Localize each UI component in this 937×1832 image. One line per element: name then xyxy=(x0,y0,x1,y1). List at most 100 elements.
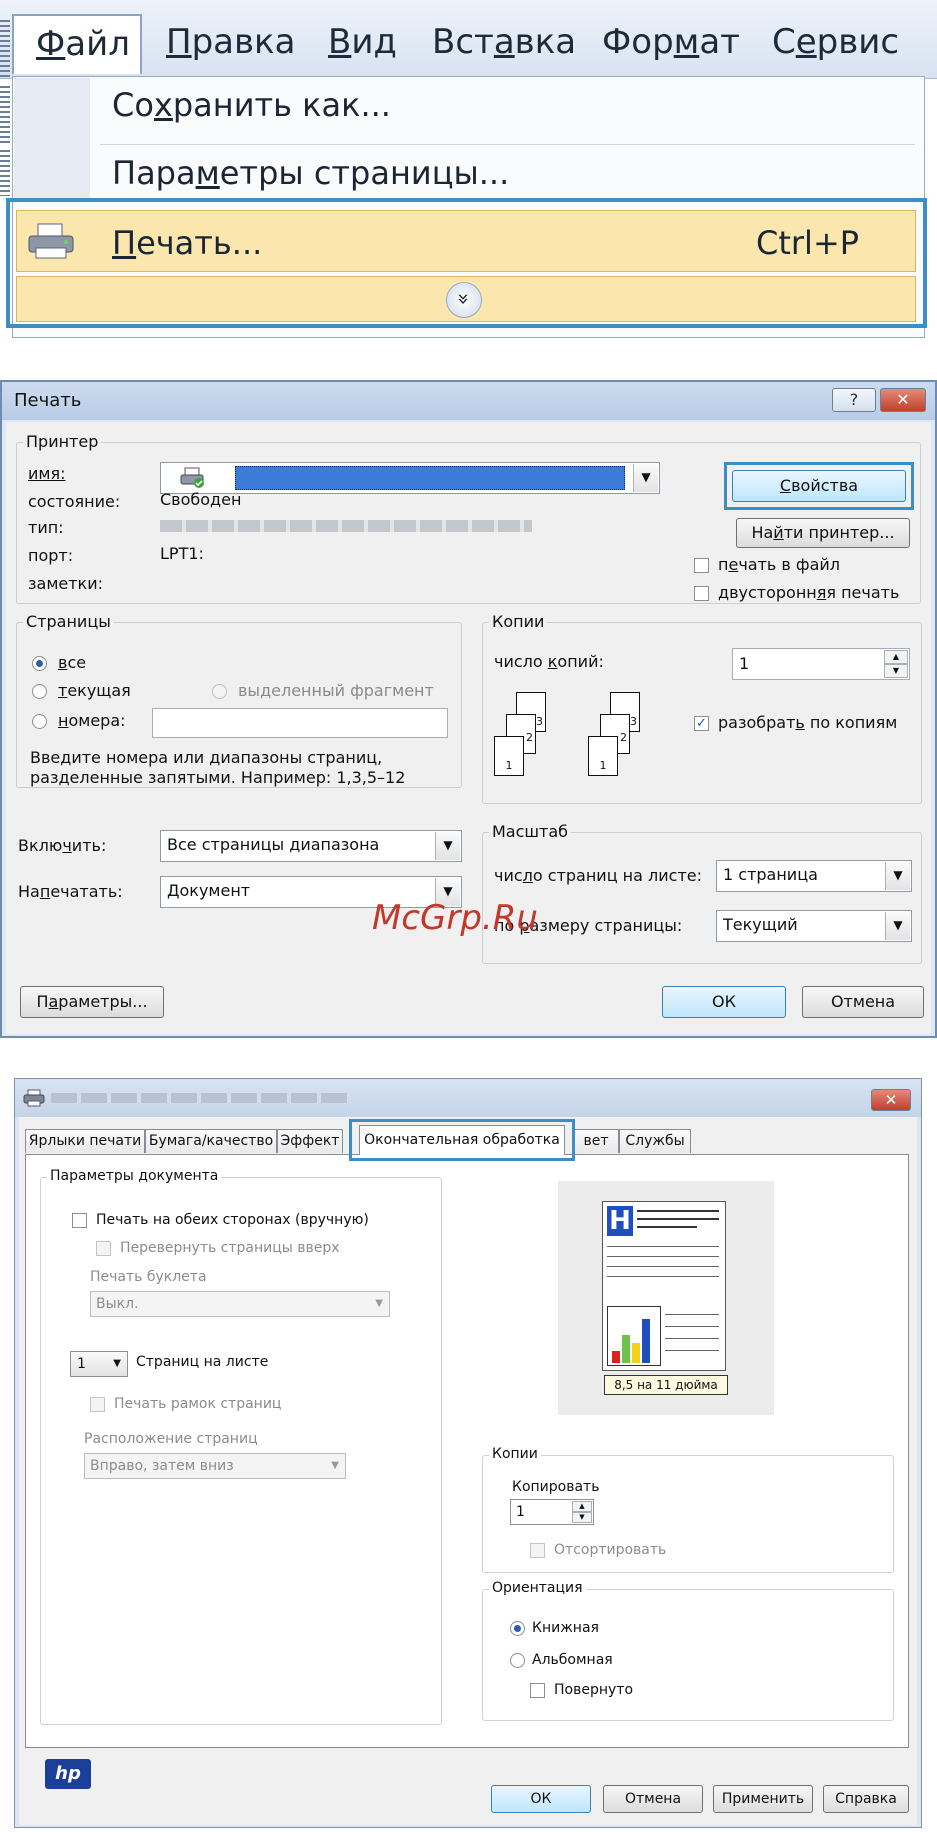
window-edge-grip xyxy=(0,150,10,196)
ok-button[interactable]: ОК xyxy=(491,1785,591,1813)
file-menu-panel: Файл Правка Вид Вставка Формат Сервис Со… xyxy=(0,0,937,340)
close-button[interactable]: ✕ xyxy=(880,388,926,412)
print-what-label: Напечатать: xyxy=(18,882,123,901)
paper-size-label: 8,5 на 11 дюйма xyxy=(604,1375,728,1395)
copies-input[interactable]: 1 ▲ ▼ xyxy=(510,1499,594,1525)
menu-tools[interactable]: Сервис xyxy=(772,14,899,74)
page-preview: H 8,5 на 11 дюйма xyxy=(558,1181,774,1415)
pages-per-sheet-value: 1 xyxy=(77,1356,86,1372)
pages-per-sheet-label: Страниц на листе xyxy=(136,1354,269,1370)
menu-icon-gutter xyxy=(14,78,90,202)
pages-per-sheet-dropdown-icon: ▼ xyxy=(113,1358,121,1369)
print-to-file-checkbox[interactable] xyxy=(694,558,709,573)
copies-spin-up[interactable]: ▲ xyxy=(572,1501,592,1512)
collate-checkbox[interactable]: ✓ xyxy=(694,716,709,731)
printer-name-selected xyxy=(235,466,625,490)
booklet-select[interactable]: Выкл. ▼ xyxy=(90,1291,390,1317)
tab-print-shortcuts[interactable]: Ярлыки печати xyxy=(25,1129,145,1153)
page-order-select[interactable]: Вправо, затем вниз ▼ xyxy=(84,1453,346,1479)
pages-numbers-radio[interactable] xyxy=(32,714,47,729)
tab-paper-quality[interactable]: Бумага/качество xyxy=(145,1129,277,1153)
ok-button[interactable]: ОК xyxy=(662,986,786,1018)
menu-insert[interactable]: Вставка xyxy=(432,14,576,74)
rotated-checkbox[interactable] xyxy=(530,1683,545,1698)
collate-checkbox[interactable] xyxy=(530,1543,545,1558)
type-value-redacted xyxy=(160,520,532,532)
preview-bar xyxy=(622,1335,630,1363)
pages-selection-radio[interactable] xyxy=(212,684,227,699)
pages-per-sheet-dropdown-button[interactable]: ▼ xyxy=(885,862,910,890)
copies-spin-up[interactable]: ▲ xyxy=(884,650,908,664)
flip-pages-checkbox[interactable] xyxy=(96,1241,111,1256)
pages-per-sheet-select[interactable]: 1 страница ▼ xyxy=(716,860,912,892)
copies-count-input[interactable]: 1 ▲ ▼ xyxy=(732,648,910,680)
portrait-radio[interactable] xyxy=(510,1621,525,1636)
help-button[interactable]: ? xyxy=(832,388,876,412)
preview-text-line xyxy=(607,1256,719,1257)
page-sheet: 1 xyxy=(588,736,618,776)
pages-numbers-label: номера: xyxy=(58,711,126,730)
cancel-button[interactable]: Отмена xyxy=(603,1785,703,1813)
pages-all-radio[interactable] xyxy=(32,656,47,671)
print-to-file-label: печать в файл xyxy=(718,555,841,574)
copies-group-title: Копии xyxy=(489,1446,541,1462)
properties-button[interactable]: Свойства xyxy=(732,470,906,502)
duplex-manual-checkbox[interactable] xyxy=(72,1213,87,1228)
pages-current-label: текущая xyxy=(58,681,131,700)
status-value: Свободен xyxy=(160,490,242,509)
hp-logo: hp xyxy=(45,1759,91,1789)
print-borders-checkbox[interactable] xyxy=(90,1397,105,1412)
scale-group-title: Масштаб xyxy=(489,822,572,841)
preview-bar xyxy=(632,1343,640,1363)
printer-name-label: имя: xyxy=(28,464,66,483)
watermark: McGrp.Ru xyxy=(372,898,538,938)
booklet-dropdown-icon: ▼ xyxy=(375,1298,383,1309)
pages-per-sheet-select[interactable]: 1 ▼ xyxy=(70,1351,128,1377)
properties-body: Ярлыки печати Бумага/качество Эффект Око… xyxy=(19,1117,917,1825)
pages-group-title: Страницы xyxy=(23,612,114,631)
preview-bar xyxy=(612,1351,620,1363)
menu-item-save-as[interactable]: Сохранить как... xyxy=(112,86,391,124)
printer-icon xyxy=(28,223,74,259)
landscape-label: Альбомная xyxy=(532,1652,613,1668)
orientation-group-title: Ориентация xyxy=(489,1580,586,1596)
booklet-label: Печать буклета xyxy=(90,1269,207,1285)
landscape-radio[interactable] xyxy=(510,1653,525,1668)
print-what-value: Документ xyxy=(167,881,251,900)
apply-button[interactable]: Применить xyxy=(713,1785,813,1813)
preview-text-line xyxy=(607,1276,719,1277)
tab-services[interactable]: Службы xyxy=(619,1129,691,1153)
collate-label: Отсортировать xyxy=(554,1542,667,1558)
duplex-checkbox[interactable] xyxy=(694,586,709,601)
menu-format[interactable]: Формат xyxy=(602,14,740,74)
include-select[interactable]: Все страницы диапазона ▼ xyxy=(160,830,462,862)
expand-chevron-icon[interactable]: » xyxy=(446,282,482,318)
page-order-label: Расположение страниц xyxy=(84,1431,258,1447)
cancel-button[interactable]: Отмена xyxy=(802,986,924,1018)
flip-pages-label: Перевернуть страницы вверх xyxy=(120,1240,340,1256)
portrait-label: Книжная xyxy=(532,1620,599,1636)
help-button[interactable]: Справка xyxy=(823,1785,909,1813)
collate-label: разобрать по копиям xyxy=(718,713,898,732)
copies-spin-down[interactable]: ▼ xyxy=(884,664,908,678)
pages-numbers-input[interactable] xyxy=(152,708,448,738)
tab-effects[interactable]: Эффект xyxy=(277,1129,343,1153)
preview-sheet: H xyxy=(602,1201,726,1371)
include-dropdown-button[interactable]: ▼ xyxy=(435,832,460,860)
print-borders-label: Печать рамок страниц xyxy=(114,1396,282,1412)
fit-to-page-select[interactable]: Текущий ▼ xyxy=(716,910,912,942)
duplex-label: двусторонняя печать xyxy=(718,583,900,602)
tab-color[interactable]: вет xyxy=(573,1129,619,1153)
copies-spin-down[interactable]: ▼ xyxy=(572,1512,592,1523)
menu-view[interactable]: Вид xyxy=(328,14,397,74)
menu-edit[interactable]: Правка xyxy=(166,14,295,74)
pages-current-radio[interactable] xyxy=(32,684,47,699)
menu-file[interactable]: Файл xyxy=(12,14,142,74)
fit-to-page-dropdown-button[interactable]: ▼ xyxy=(885,912,910,940)
close-button[interactable]: ✕ xyxy=(871,1089,911,1111)
menu-item-page-setup[interactable]: Параметры страницы... xyxy=(112,154,509,192)
properties-titlebar: ✕ xyxy=(15,1079,921,1117)
options-button[interactable]: Параметры... xyxy=(20,986,164,1018)
printer-select-dropdown-button[interactable]: ▼ xyxy=(633,464,658,492)
find-printer-button[interactable]: Найти принтер... xyxy=(736,518,910,548)
